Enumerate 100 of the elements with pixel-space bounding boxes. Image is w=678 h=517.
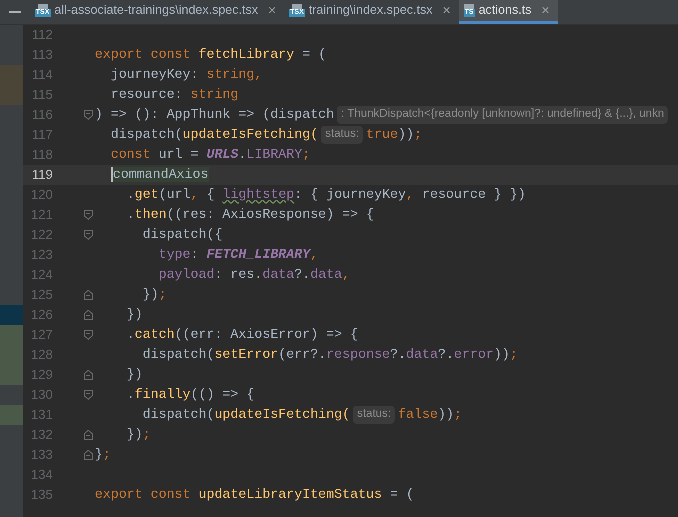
line-number: 116 <box>32 106 53 122</box>
code-token: journeyKey: <box>110 66 200 84</box>
code-token: resource } }) <box>422 186 526 204</box>
inlay-hint: status: <box>321 126 364 144</box>
code-token: ((err: AxiosError) => { <box>174 326 358 344</box>
line-number: 121 <box>31 206 53 222</box>
code-token: false <box>398 406 438 424</box>
fold-icon[interactable] <box>84 450 93 460</box>
code-token: , <box>310 246 318 264</box>
code-token: updateIsFetching( <box>214 406 350 424</box>
line-number: 135 <box>31 486 53 502</box>
code-token: export const <box>95 46 192 64</box>
line-number: 120 <box>31 186 53 202</box>
code-token: ; <box>414 126 422 144</box>
code-token: get <box>134 186 159 204</box>
code-token: }) <box>126 366 143 384</box>
fold-icon[interactable] <box>84 290 93 300</box>
code-token: catch <box>134 326 175 344</box>
code-token: commandAxios <box>110 166 209 184</box>
line-number: 127 <box>31 326 53 342</box>
code-token: (err?. <box>278 346 326 364</box>
fold-icon[interactable] <box>84 230 93 240</box>
code-token: const <box>110 146 152 164</box>
code-token: . <box>126 386 135 404</box>
line-number: 134 <box>31 466 53 482</box>
code-token: setError <box>214 346 279 364</box>
code-token: ; <box>510 346 518 364</box>
close-icon[interactable]: × <box>542 0 550 21</box>
close-icon[interactable]: × <box>268 0 276 21</box>
code-token: updateIsFetching( <box>182 126 318 144</box>
fold-icon[interactable] <box>84 390 93 400</box>
code-token: dispatch( <box>142 346 215 364</box>
fold-icon[interactable] <box>84 310 93 320</box>
code-token: (url <box>158 186 191 204</box>
code-token: . <box>126 186 135 204</box>
code-token: )) <box>438 406 454 424</box>
code-token: . <box>126 326 135 344</box>
line-number: 128 <box>31 346 53 362</box>
code-token: ?. <box>438 346 454 364</box>
code-token: : res. <box>214 266 263 284</box>
close-icon[interactable]: × <box>442 0 451 21</box>
code-token: FETCH_LIBRARY <box>206 246 310 264</box>
code-token: url = <box>158 146 200 164</box>
code-token: )) <box>398 126 414 144</box>
line-number: 123 <box>31 246 53 262</box>
fold-icon[interactable] <box>84 430 93 440</box>
fold-icon[interactable] <box>84 370 93 380</box>
line-number: 122 <box>31 226 53 242</box>
code-token: data <box>310 266 342 284</box>
code-token: , <box>406 186 416 204</box>
code-token: string, <box>206 66 263 84</box>
code-token: fetchLibrary <box>198 46 294 64</box>
code-token: payload <box>158 266 215 284</box>
code-token: dispatch({ <box>142 226 223 244</box>
code-token: dispatch( <box>142 406 215 424</box>
code-token: = ( <box>389 486 414 504</box>
code-token: (() => { <box>190 386 255 404</box>
line-number: 118 <box>32 146 53 162</box>
code-token: updateLibraryItemStatus <box>198 486 382 504</box>
code-token: }) <box>126 426 143 444</box>
line-number: 124 <box>31 266 53 282</box>
code-token: dispatch( <box>110 126 183 144</box>
line-number: 129 <box>31 366 53 382</box>
code-token: error <box>454 346 494 364</box>
line-number: 133 <box>31 446 53 462</box>
line-number: 114 <box>32 66 53 82</box>
code-token: }) <box>142 286 159 304</box>
code-token: data <box>262 266 295 284</box>
code-token: { <box>206 186 216 204</box>
code-token: export const <box>95 486 192 504</box>
line-number: 117 <box>32 126 53 142</box>
fold-icon[interactable] <box>84 210 93 220</box>
code-token: response <box>326 346 390 364</box>
code-token: type <box>158 246 191 264</box>
fold-icon[interactable] <box>84 110 93 120</box>
line-number: 131 <box>31 406 53 422</box>
code-token: , <box>342 266 350 284</box>
code-token: ?. <box>390 346 406 364</box>
code-token: }) <box>126 306 143 324</box>
line-number: 113 <box>32 46 53 62</box>
line-number: 119 <box>32 166 53 182</box>
code-token: )) <box>494 346 510 364</box>
fold-icon[interactable] <box>84 330 93 340</box>
code-token: true <box>366 126 398 144</box>
code-token: : <box>190 246 200 264</box>
line-number: 132 <box>31 426 53 442</box>
line-number: 112 <box>32 26 53 42</box>
inlay-hint: status: <box>353 406 396 424</box>
code-token: string <box>190 86 239 104</box>
code-token: ) => (): AppThunk => (dispatch <box>95 106 334 124</box>
code-token: } <box>95 446 103 464</box>
code-token: lightstep <box>222 186 295 204</box>
code-token: ; <box>102 446 111 464</box>
code-token: ; <box>302 146 310 164</box>
code-token: . <box>126 206 135 224</box>
code-token: data <box>406 346 438 364</box>
line-number: 130 <box>31 386 53 402</box>
code-token: URLS <box>206 146 239 164</box>
code-token: = ( <box>301 46 326 64</box>
code-token: then <box>134 206 167 224</box>
